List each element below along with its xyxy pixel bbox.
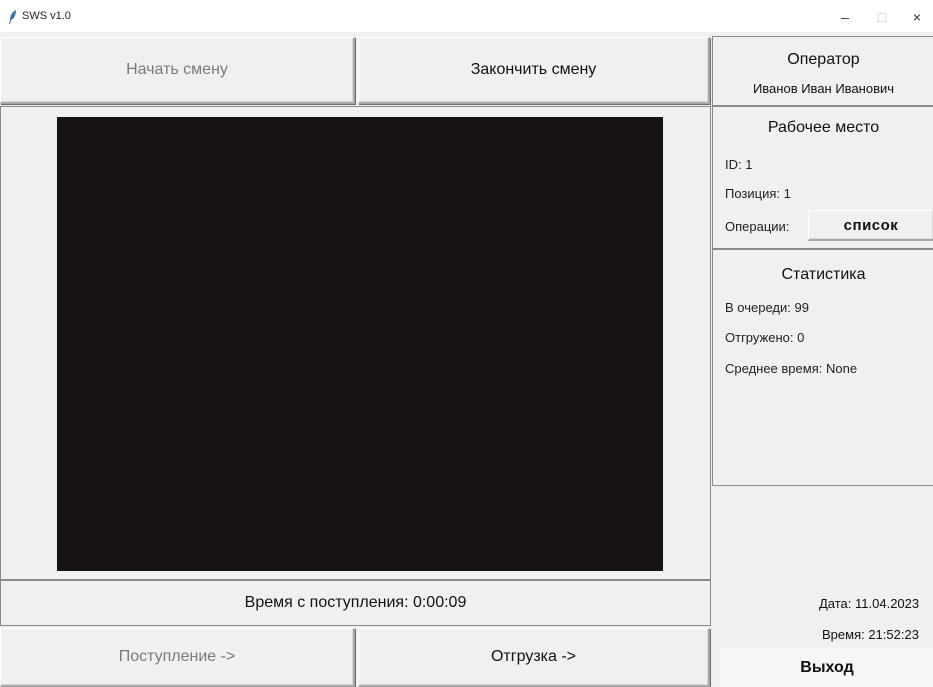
- operator-panel: Оператор Иванов Иван Иванович: [712, 36, 933, 106]
- workplace-position: Позиция: 1: [725, 186, 791, 201]
- camera-feed: [57, 117, 663, 571]
- clock-display: Время: 21:52:23: [822, 627, 919, 642]
- shipment-button[interactable]: Отгрузка ->: [358, 628, 710, 687]
- operator-name: Иванов Иван Иванович: [752, 81, 895, 96]
- maximize-button[interactable]: □: [867, 6, 897, 28]
- minimize-button[interactable]: –: [830, 6, 860, 28]
- statistics-panel: Статистика В очереди: 99 Отгружено: 0 Ср…: [712, 249, 933, 486]
- statistics-title: Статистика: [781, 266, 866, 283]
- average-time: Среднее время: None: [725, 361, 858, 376]
- time-since-arrival: Время с поступления: 0:00:09: [0, 580, 711, 626]
- video-frame: [0, 106, 711, 580]
- queue-count: В очереди: 99: [725, 300, 809, 315]
- app-window: SWS v1.0 – □ × Начать смену Закончить см…: [0, 0, 933, 687]
- close-button[interactable]: ×: [902, 6, 932, 28]
- workplace-id: ID: 1: [725, 157, 753, 172]
- exit-button[interactable]: Выход: [720, 648, 933, 687]
- right-sidebar: Оператор Иванов Иван Иванович Рабочее ме…: [712, 36, 933, 687]
- operations-label: Операции:: [725, 219, 790, 234]
- feather-icon: [9, 10, 16, 24]
- end-shift-button[interactable]: Закончить смену: [358, 37, 710, 104]
- start-shift-button[interactable]: Начать смену: [0, 37, 355, 104]
- arrival-button[interactable]: Поступление ->: [0, 628, 355, 687]
- shipped-count: Отгружено: 0: [725, 330, 805, 345]
- window-title: SWS v1.0: [22, 10, 71, 22]
- operator-title: Оператор: [787, 51, 860, 68]
- date-display: Дата: 11.04.2023: [819, 596, 920, 611]
- operations-list-button[interactable]: список: [808, 210, 933, 241]
- workplace-title: Рабочее место: [767, 119, 880, 136]
- title-bar: SWS v1.0 – □ ×: [0, 0, 933, 32]
